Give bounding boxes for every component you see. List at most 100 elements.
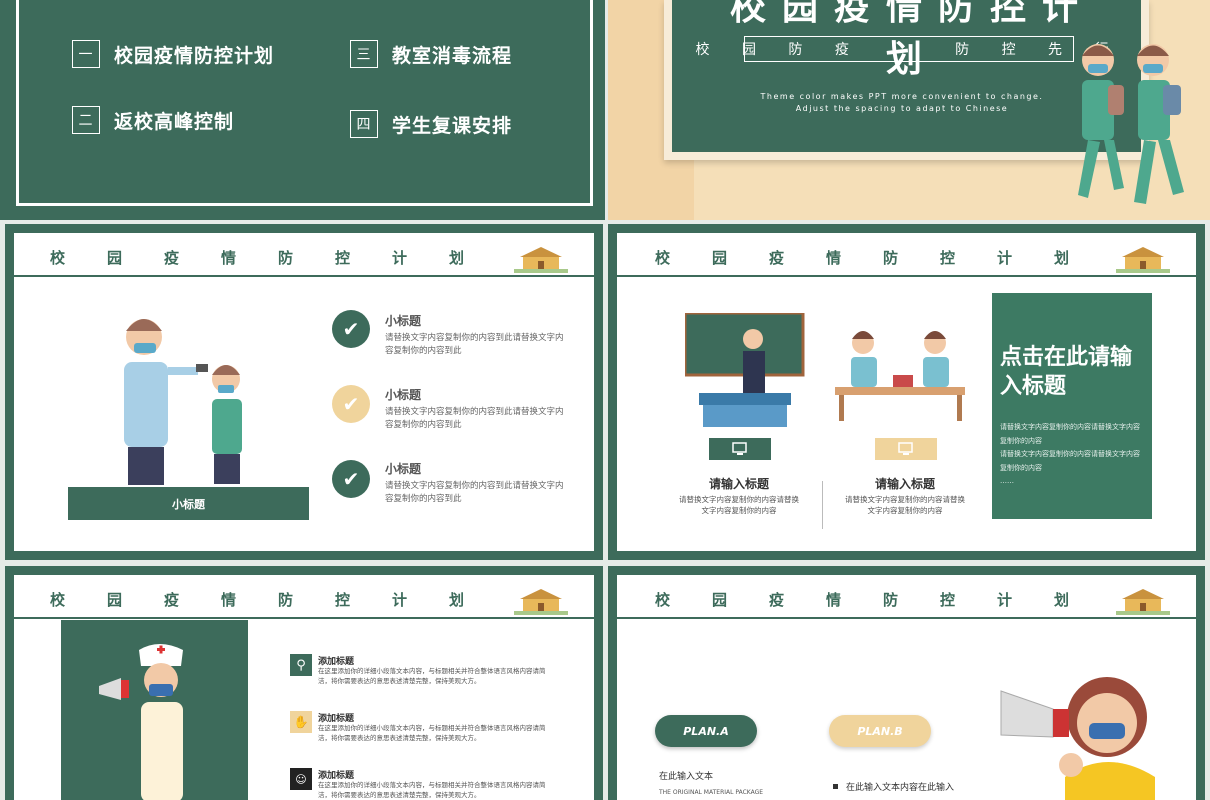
plan-b-bullet: 在此输入文本内容在此输入 bbox=[833, 780, 954, 793]
agenda-number: 四 bbox=[350, 110, 378, 138]
item-title: 小标题 bbox=[385, 314, 422, 328]
item-title: 小标题 bbox=[385, 462, 422, 476]
header-letter: 校 bbox=[655, 249, 671, 267]
header-letter: 控 bbox=[335, 591, 351, 609]
agenda-label: 校园疫情防控计划 bbox=[114, 44, 275, 67]
slide-frame bbox=[16, 0, 593, 206]
slide-agenda[interactable]: 一 校园疫情防控计划 三 教室消毒流程 二 返校高峰控制 四 学生复课安排 bbox=[0, 0, 605, 220]
monitor-icon bbox=[875, 438, 937, 460]
column-title: 请输入标题 bbox=[708, 477, 769, 491]
girl-megaphone-illustration bbox=[1000, 677, 1155, 800]
cover-subtitle: 校 园 防 疫 防 控 先 行 bbox=[696, 36, 1108, 62]
header-letter: 情 bbox=[826, 591, 842, 609]
item-title: 添加标题 bbox=[318, 771, 355, 781]
divider bbox=[822, 481, 823, 529]
agenda-number: 三 bbox=[350, 40, 378, 68]
header-letter: 校 bbox=[50, 249, 66, 267]
header-letter: 防 bbox=[278, 591, 294, 609]
header-letter: 计 bbox=[392, 591, 408, 609]
slide-nurse[interactable]: 校 园 疫 情 防 控 计 划 ⚲ 添加标题 在这里添加你的详细小段落文本内容，… bbox=[5, 566, 603, 800]
plan-b-pill[interactable]: PLAN.B bbox=[829, 715, 931, 747]
item-desc: 在这里添加你的详细小段落文本内容，与标题相关并符合整体语言风格内容请简洁，将你需… bbox=[318, 724, 546, 742]
search-icon: ⚲ bbox=[290, 654, 312, 676]
header-letter: 划 bbox=[1054, 249, 1070, 267]
check-icon: ✔ bbox=[332, 310, 370, 348]
slide-card: 校 园 疫 情 防 控 计 划 bbox=[14, 233, 594, 551]
school-icon bbox=[514, 589, 568, 615]
agenda-label: 学生复课安排 bbox=[392, 114, 513, 137]
item-title: 添加标题 bbox=[318, 657, 355, 667]
header-letter: 控 bbox=[335, 249, 351, 267]
students-illustration bbox=[1078, 44, 1184, 204]
slide-header: 校 园 疫 情 防 控 计 划 bbox=[617, 233, 1196, 277]
header-letter: 园 bbox=[712, 591, 728, 609]
header-letter: 计 bbox=[997, 249, 1013, 267]
item-desc: 请替换文字内容复制你的内容到此请替换文字内容复制你的内容到此 bbox=[385, 407, 564, 430]
item-desc: 在这里添加你的详细小段落文本内容，与标题相关并符合整体语言风格内容请简洁，将你需… bbox=[318, 781, 546, 799]
item-title: 添加标题 bbox=[318, 714, 355, 724]
item-desc: 请替换文字内容复制你的内容到此请替换文字内容复制你的内容到此 bbox=[385, 333, 564, 356]
header-title: 校 园 疫 情 防 控 计 划 bbox=[655, 589, 1111, 610]
slide-classroom[interactable]: 校 园 疫 情 防 控 计 划 请输入标题 请替换文字内容复制你的内容请替换文字… bbox=[608, 224, 1205, 560]
header-letter: 疫 bbox=[769, 591, 785, 609]
item-title: 小标题 bbox=[385, 388, 422, 402]
column-desc: 请替换文字内容复制你的内容请替换文字内容复制你的内容 bbox=[679, 495, 799, 515]
header-letter: 疫 bbox=[164, 249, 180, 267]
slides-grid: 一 校园疫情防控计划 三 教室消毒流程 二 返校高峰控制 四 学生复课安排 校园… bbox=[0, 0, 1210, 800]
cover-english-1: Theme color makes PPT more convenient to… bbox=[760, 92, 1044, 101]
teacher-illustration bbox=[685, 313, 805, 427]
agenda-item-2: 二 返校高峰控制 bbox=[72, 106, 234, 134]
header-letter: 校 bbox=[655, 591, 671, 609]
hand-icon: ✋ bbox=[290, 711, 312, 733]
slide-card: 校 园 疫 情 防 控 计 划 PLAN.A PLAN.B 在此输入文本 THE… bbox=[617, 575, 1196, 800]
plan-b-text: 在此输入文本内容在此输入 bbox=[846, 783, 955, 793]
slide-header: 校 园 疫 情 防 控 计 划 bbox=[14, 233, 594, 277]
slide-cover[interactable]: 校园疫情防控计划 校 园 防 疫 防 控 先 行 Theme color mak… bbox=[608, 0, 1210, 220]
school-icon bbox=[1116, 589, 1170, 615]
people-icon: ☺ bbox=[290, 768, 312, 790]
agenda-number: 一 bbox=[72, 40, 100, 68]
plan-a-text: 在此输入文本 bbox=[659, 772, 714, 782]
header-letter: 疫 bbox=[769, 249, 785, 267]
header-letter: 园 bbox=[107, 249, 123, 267]
students-desk-illustration bbox=[835, 331, 965, 421]
header-letter: 控 bbox=[940, 249, 956, 267]
slide-header: 校 园 疫 情 防 控 计 划 bbox=[14, 575, 594, 619]
header-title: 校 园 疫 情 防 控 计 划 bbox=[655, 247, 1111, 268]
bullet-icon bbox=[833, 784, 838, 789]
header-letter: 情 bbox=[221, 249, 237, 267]
image-panel bbox=[61, 620, 248, 800]
column-title: 请输入标题 bbox=[874, 477, 935, 491]
nurse-illustration bbox=[99, 644, 183, 800]
agenda-number: 二 bbox=[72, 106, 100, 134]
header-letter: 计 bbox=[997, 591, 1013, 609]
column-desc: 请替换文字内容复制你的内容请替换文字内容复制你的内容 bbox=[845, 495, 965, 515]
panel-desc: 请替换文字内容复制你的内容请替换文字内容复制你的内容 请替换文字内容复制你的内容… bbox=[1000, 423, 1140, 485]
agenda-item-4: 四 学生复课安排 bbox=[350, 110, 512, 138]
header-title: 校 园 疫 情 防 控 计 划 bbox=[50, 247, 506, 268]
panel-title: 点击在此请输入标题 bbox=[1000, 345, 1133, 399]
header-letter: 情 bbox=[221, 591, 237, 609]
slide-card: 校 园 疫 情 防 控 计 划 bbox=[617, 233, 1196, 551]
header-letter: 控 bbox=[940, 591, 956, 609]
doctor-child-illustration bbox=[124, 319, 242, 485]
header-letter: 园 bbox=[712, 249, 728, 267]
agenda-label: 返校高峰控制 bbox=[114, 110, 235, 133]
slide-card: 校 园 疫 情 防 控 计 划 bbox=[14, 575, 594, 800]
header-letter: 防 bbox=[883, 591, 899, 609]
highlight-panel: 点击在此请输入标题 请替换文字内容复制你的内容请替换文字内容复制你的内容 请替换… bbox=[992, 293, 1152, 519]
monitor-icon bbox=[709, 438, 771, 460]
header-letter: 划 bbox=[449, 249, 465, 267]
caption-bar: 小标题 bbox=[68, 487, 309, 520]
plan-a-pill[interactable]: PLAN.A bbox=[655, 715, 757, 747]
slide-temperature-check[interactable]: 校 园 疫 情 防 控 计 划 小标题 ✔ 小标题 请替换文字内容复制你的内容到… bbox=[5, 224, 603, 560]
header-letter: 防 bbox=[883, 249, 899, 267]
check-icon: ✔ bbox=[332, 460, 370, 498]
item-desc: 请替换文字内容复制你的内容到此请替换文字内容复制你的内容到此 bbox=[385, 481, 564, 504]
slide-plans[interactable]: 校 园 疫 情 防 控 计 划 PLAN.A PLAN.B 在此输入文本 THE… bbox=[608, 566, 1205, 800]
item-desc: 在这里添加你的详细小段落文本内容，与标题相关并符合整体语言风格内容请简洁，将你需… bbox=[318, 667, 546, 685]
header-letter: 划 bbox=[1054, 591, 1070, 609]
header-title: 校 园 疫 情 防 控 计 划 bbox=[50, 589, 506, 610]
slide-header: 校 园 疫 情 防 控 计 划 bbox=[617, 575, 1196, 619]
header-letter: 园 bbox=[107, 591, 123, 609]
